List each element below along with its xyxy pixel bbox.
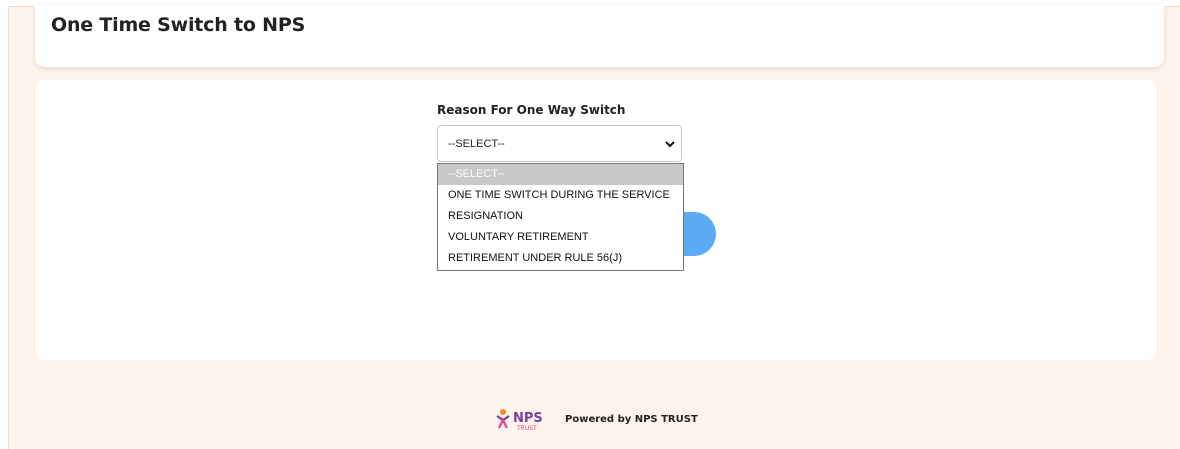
option-one-time-switch[interactable]: ONE TIME SWITCH DURING THE SERVICE — [438, 185, 683, 206]
option-select[interactable]: --SELECT-- — [438, 164, 683, 185]
option-retirement-rule-56j[interactable]: RETIREMENT UNDER RULE 56(J) — [438, 248, 683, 269]
reason-dropdown-list: --SELECT-- ONE TIME SWITCH DURING THE SE… — [437, 163, 684, 271]
svg-text:NPS: NPS — [513, 411, 543, 426]
reason-select[interactable]: --SELECT-- — [437, 125, 682, 162]
reason-label: Reason For One Way Switch — [437, 103, 626, 117]
svg-text:TRUST: TRUST — [516, 425, 537, 432]
option-voluntary-retirement[interactable]: VOLUNTARY RETIREMENT — [438, 227, 683, 248]
page-title: One Time Switch to NPS — [51, 14, 306, 36]
chevron-down-icon — [665, 141, 675, 148]
nps-trust-logo: NPS TRUST — [496, 409, 543, 432]
title-card: One Time Switch to NPS — [35, 5, 1164, 67]
powered-by-text: Powered by NPS TRUST — [565, 413, 698, 425]
option-resignation[interactable]: RESIGNATION — [438, 206, 683, 227]
footer: NPS TRUST Powered by NPS TRUST — [493, 406, 698, 432]
reason-select-value: --SELECT-- — [448, 138, 505, 150]
